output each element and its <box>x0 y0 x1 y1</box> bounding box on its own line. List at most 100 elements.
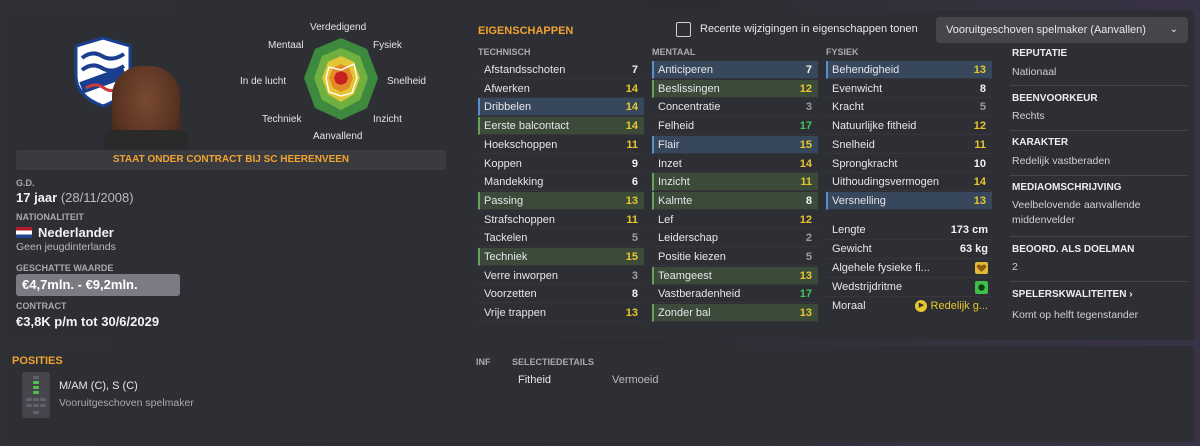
reputation-label: REPUTATIE <box>1012 48 1068 59</box>
attribute-name: Eerste balcontact <box>484 120 569 133</box>
estimated-value[interactable]: €4,7mln. - €9,2mln. <box>16 274 180 296</box>
attribute-name: Vastberadenheid <box>658 288 741 301</box>
attribute-name: Passing <box>484 194 524 207</box>
divider <box>1010 175 1188 176</box>
media-label: MEDIAOMSCHRIJVING <box>1012 182 1122 193</box>
attribute-value: 7 <box>805 64 812 76</box>
position-dot <box>26 404 32 407</box>
attribute-row-afwerken[interactable]: Afwerken 14 <box>478 80 644 98</box>
player-traits-label: SPELERSKWALITEITEN <box>1012 289 1127 300</box>
morale-label: Moraal <box>832 300 866 312</box>
chevron-down-icon: ⌄ <box>1169 24 1178 35</box>
length-value: 173 cm <box>950 224 988 236</box>
attribute-row-felheid[interactable]: Felheid 17 <box>652 117 818 136</box>
dob: (28/11/2008) <box>60 190 134 205</box>
character-label: KARAKTER <box>1012 137 1069 148</box>
attribute-row-vrije-trappen[interactable]: Vrije trappen 13 <box>478 304 644 323</box>
attribute-name: Mandekking <box>484 176 544 189</box>
contract-banner[interactable]: STAAT ONDER CONTRACT BIJ SC HEERENVEEN <box>16 150 446 170</box>
attribute-row-kracht[interactable]: Kracht 5 <box>826 98 992 117</box>
attribute-name: Vrije trappen <box>484 307 546 320</box>
sharpness-row[interactable]: Wedstrijdritme <box>826 277 992 297</box>
attribute-row-sprongkracht[interactable]: Sprongkracht 10 <box>826 155 992 173</box>
attribute-name: Snelheid <box>832 138 875 151</box>
attribute-row-beslissingen[interactable]: Beslissingen 12 <box>652 79 818 98</box>
selection-details-header: SELECTIEDETAILS <box>512 357 594 367</box>
attribute-row-lef[interactable]: Lef 12 <box>652 211 818 229</box>
physical-header: FYSIEK <box>826 47 859 57</box>
attribute-value: 13 <box>625 194 638 207</box>
attribute-row-teamgeest[interactable]: Teamgeest 13 <box>652 266 818 285</box>
recent-changes-label[interactable]: Recente wijzigingen in eigenschappen ton… <box>700 23 918 35</box>
reputation-value: Nationaal <box>1012 66 1057 78</box>
position-dot <box>33 404 39 407</box>
position-dot <box>26 398 32 401</box>
attribute-row-versnelling[interactable]: Versnelling 13 <box>826 191 992 210</box>
attribute-row-inzicht[interactable]: Inzicht 11 <box>652 173 818 192</box>
attribute-row-strafschoppen[interactable]: Strafschoppen 11 <box>478 211 644 229</box>
nationality-row[interactable]: Nederlander <box>16 225 114 240</box>
positions-role: Vooruitgeschoven spelmaker <box>59 397 194 409</box>
attribute-row-natuurlijke-fitheid[interactable]: Natuurlijke fitheid 12 <box>826 117 992 136</box>
attribute-row-hoekschoppen[interactable]: Hoekschoppen 11 <box>478 136 644 154</box>
attribute-row-tackelen[interactable]: Tackelen 5 <box>478 229 644 248</box>
foot-value: Rechts <box>1012 110 1045 122</box>
attribute-row-anticiperen[interactable]: Anticiperen 7 <box>652 61 818 79</box>
attribute-row-evenwicht[interactable]: Evenwicht 8 <box>826 80 992 98</box>
attribute-row-leiderschap[interactable]: Leiderschap 2 <box>652 229 818 248</box>
attribute-value: 12 <box>799 82 812 95</box>
fitness-row[interactable]: Algehele fysieke fi... <box>826 258 992 278</box>
mental-header: MENTAAL <box>652 47 696 57</box>
attribute-row-behendigheid[interactable]: Behendigheid 13 <box>826 61 992 79</box>
fitness-label: Algehele fysieke fi... <box>832 262 930 274</box>
attribute-row-passing[interactable]: Passing 13 <box>478 191 644 210</box>
attribute-row-zonder-bal[interactable]: Zonder bal 13 <box>652 304 818 323</box>
attribute-name: Zonder bal <box>658 307 711 320</box>
attribute-name: Kracht <box>832 101 864 114</box>
player-traits-link[interactable]: SPELERSKWALITEITEN › <box>1012 289 1133 300</box>
attribute-value: 15 <box>799 138 812 151</box>
attribute-name: Strafschoppen <box>484 213 555 226</box>
divider <box>1010 85 1188 86</box>
attribute-row-snelheid[interactable]: Snelheid 11 <box>826 136 992 154</box>
weight-value: 63 kg <box>959 243 988 255</box>
attribute-name: Teamgeest <box>658 269 712 282</box>
attribute-value: 14 <box>625 120 638 133</box>
attribute-row-eerste-balcontact[interactable]: Eerste balcontact 14 <box>478 117 644 136</box>
attribute-value: 17 <box>799 288 812 301</box>
play-circle-icon: ▶ <box>915 300 928 313</box>
attribute-row-kalmte[interactable]: Kalmte 8 <box>652 191 818 210</box>
attribute-row-voorzetten[interactable]: Voorzetten 8 <box>478 285 644 304</box>
position-pitch-icon[interactable] <box>22 372 50 418</box>
character-value: Redelijk vastberaden <box>1012 155 1111 167</box>
positions-title: POSITIES <box>12 355 63 367</box>
attribute-row-flair[interactable]: Flair 15 <box>652 135 818 154</box>
attribute-row-techniek[interactable]: Techniek 15 <box>478 248 644 266</box>
attribute-row-concentratie[interactable]: Concentratie 3 <box>652 98 818 117</box>
position-dot-active <box>33 391 39 394</box>
attribute-value: 12 <box>973 120 986 133</box>
attribute-row-inzet[interactable]: Inzet 14 <box>652 155 818 173</box>
attribute-row-koppen[interactable]: Koppen 9 <box>478 155 644 173</box>
role-select[interactable]: Vooruitgeschoven spelmaker (Aanvallen) ⌄ <box>936 17 1188 43</box>
attribute-name: Verre inworpen <box>484 269 558 282</box>
attribute-row-afstandsschoten[interactable]: Afstandsschoten 7 <box>478 61 644 79</box>
age: 17 jaar <box>16 190 58 205</box>
intl-caps: Geen jeugdinterlands <box>16 241 116 253</box>
attribute-row-dribbelen[interactable]: Dribbelen 14 <box>478 98 644 117</box>
attribute-row-positie-kiezen[interactable]: Positie kiezen 5 <box>652 248 818 266</box>
positions-main: M/AM (C), S (C) <box>59 380 138 392</box>
morale-row[interactable]: Moraal ▶ Redelijk g... <box>826 296 992 316</box>
attribute-row-vastberadenheid[interactable]: Vastberadenheid 17 <box>652 285 818 304</box>
recent-changes-checkbox[interactable] <box>676 22 691 37</box>
attribute-value: 11 <box>800 176 812 189</box>
attribute-value: 14 <box>799 157 812 170</box>
attribute-value: 14 <box>973 176 986 189</box>
attribute-row-verre-inworpen[interactable]: Verre inworpen 3 <box>478 267 644 285</box>
attribute-value: 10 <box>973 157 986 170</box>
divider <box>1010 281 1188 282</box>
morale-value: ▶ Redelijk g... <box>915 296 988 316</box>
attribute-row-mandekking[interactable]: Mandekking 6 <box>478 173 644 192</box>
attribute-row-uithoudingsvermogen[interactable]: Uithoudingsvermogen 14 <box>826 173 992 192</box>
attribute-name: Inzicht <box>658 176 690 189</box>
